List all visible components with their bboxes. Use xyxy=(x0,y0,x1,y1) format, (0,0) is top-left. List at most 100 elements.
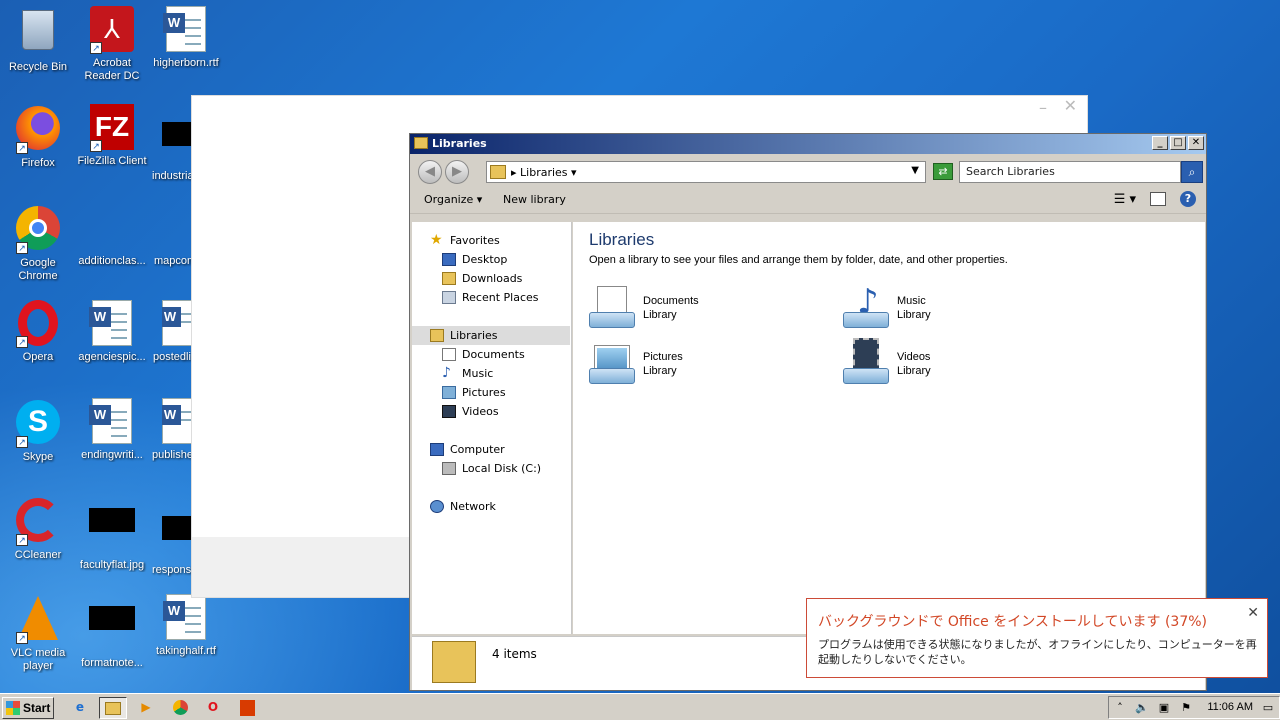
clock[interactable]: 11:06 AM xyxy=(1207,701,1253,713)
help-icon[interactable]: ? xyxy=(1180,191,1196,207)
music-icon: ♪ xyxy=(442,365,451,381)
desktop-icon-filezilla[interactable]: FZ ↗ FileZilla Client xyxy=(74,104,150,168)
nav-recent-places[interactable]: Recent Places xyxy=(442,291,539,304)
blank-file-icon xyxy=(88,204,136,252)
search-input[interactable]: Search Libraries xyxy=(959,161,1181,183)
taskbar-chrome-icon[interactable] xyxy=(166,697,194,719)
opera-icon: ↗ xyxy=(14,300,62,348)
libraries-icon xyxy=(490,165,506,179)
filezilla-icon: FZ ↗ xyxy=(88,104,136,152)
desktop-icon-respons[interactable]: respons xyxy=(148,496,192,577)
close-icon[interactable]: ✕ xyxy=(1247,605,1259,621)
back-button[interactable]: ◀ xyxy=(418,160,442,184)
word-doc-icon: W xyxy=(162,300,192,348)
taskbar-office-icon[interactable] xyxy=(233,697,261,719)
library-music[interactable]: ♪ Music Library xyxy=(843,282,931,332)
desktop-icon-postedli[interactable]: W postedli xyxy=(148,300,192,364)
desktop-icon-ccleaner[interactable]: ↗ CCleaner xyxy=(0,496,76,562)
tray-expand-icon[interactable]: ˄ xyxy=(1113,701,1127,715)
organize-button[interactable]: Organize ▾ xyxy=(424,193,482,206)
library-documents[interactable]: Documents Library xyxy=(589,286,699,332)
word-doc-icon: W xyxy=(88,300,136,348)
office-install-notification[interactable]: バックグラウンドで Office をインストールしています (37%) プログラ… xyxy=(806,598,1268,678)
desktop-icon-opera[interactable]: ↗ Opera xyxy=(0,300,76,364)
nav-desktop[interactable]: Desktop xyxy=(442,253,507,266)
nav-music[interactable]: ♪ Music xyxy=(442,365,493,381)
refresh-button[interactable]: ⇄ xyxy=(933,163,953,180)
taskbar-media-player-icon[interactable]: ▶ xyxy=(132,697,160,719)
minimize-icon[interactable]: – xyxy=(1039,98,1047,117)
desktop-icon-endingwriting[interactable]: W endingwriti... xyxy=(74,398,150,462)
network-icon xyxy=(430,500,444,513)
close-button[interactable]: ✕ xyxy=(1188,136,1204,150)
preview-pane-icon[interactable] xyxy=(1150,192,1166,206)
desktop-icon-skype[interactable]: S ↗ Skype xyxy=(0,398,76,464)
nav-pictures[interactable]: Pictures xyxy=(442,386,506,399)
firefox-icon: ↗ xyxy=(14,106,62,154)
show-desktop-icon[interactable]: ▭ xyxy=(1261,701,1275,715)
nav-computer[interactable]: Computer xyxy=(430,443,505,456)
maximize-button[interactable]: □ xyxy=(1170,136,1186,150)
videos-icon xyxy=(442,405,456,418)
desktop-icon-recycle-bin[interactable]: Recycle Bin xyxy=(0,6,76,74)
desktop-icon-mapcom[interactable]: mapcom xyxy=(148,204,192,268)
forward-button[interactable]: ▶ xyxy=(445,160,469,184)
desktop-icon-higherborn[interactable]: W higherborn.rtf xyxy=(148,6,224,70)
desktop-icon-publishe[interactable]: W publishe xyxy=(148,398,192,462)
close-icon[interactable]: ✕ xyxy=(1064,96,1077,115)
start-button[interactable]: Start xyxy=(2,697,54,719)
nav-libraries[interactable]: Libraries xyxy=(430,329,498,342)
command-bar: Organize ▾ New library ☰ ▾ ? xyxy=(410,184,1206,214)
item-count: 4 items xyxy=(492,647,537,661)
desktop-icon-takinghalf[interactable]: W takinghalf.rtf xyxy=(148,594,224,658)
ccleaner-icon: ↗ xyxy=(14,498,62,546)
nav-favorites[interactable]: ★ Favorites xyxy=(430,232,500,248)
nav-local-disk[interactable]: Local Disk (C:) xyxy=(442,462,541,475)
desktop-icon xyxy=(442,253,456,266)
breadcrumb-libraries[interactable]: Libraries xyxy=(520,166,568,179)
desktop-icon-additionclass[interactable]: additionclas... xyxy=(74,204,150,268)
volume-icon[interactable]: 🔈 xyxy=(1135,701,1149,715)
desktop-icon-firefox[interactable]: ↗ Firefox xyxy=(0,104,76,170)
search-icon[interactable]: ⌕ xyxy=(1181,161,1203,183)
title-bar[interactable]: Libraries _ □ ✕ xyxy=(410,134,1206,154)
taskbar: Start e ▶ O ˄ 🔈 ▣ ⚑ 11:06 AM ▭ xyxy=(0,693,1280,720)
desktop-icon-acrobat[interactable]: ⅄ ↗ Acrobat Reader DC xyxy=(74,6,150,83)
library-pictures[interactable]: Pictures Library xyxy=(589,342,683,388)
content-pane: Libraries Open a library to see your fil… xyxy=(573,222,1205,634)
taskbar-explorer-icon[interactable] xyxy=(99,697,127,719)
desktop-icon-formatnote[interactable]: formatnote... xyxy=(74,594,150,670)
new-library-button[interactable]: New library xyxy=(503,193,566,206)
address-bar[interactable]: ▸ Libraries ▾ ▼ xyxy=(486,161,926,183)
star-icon: ★ xyxy=(430,232,443,248)
nav-videos[interactable]: Videos xyxy=(442,405,499,418)
windows-logo-icon xyxy=(6,701,20,715)
network-tray-icon[interactable]: ▣ xyxy=(1157,701,1171,715)
desktop-icon-chrome[interactable]: ↗ Google Chrome xyxy=(0,204,76,283)
documents-icon xyxy=(442,348,456,361)
navigation-pane: ★ Favorites Desktop Downloads Recent Pla… xyxy=(412,222,572,634)
desktop-icon-agenciespic[interactable]: W agenciespic... xyxy=(74,300,150,364)
documents-library-icon xyxy=(589,286,637,332)
folder-icon xyxy=(432,641,476,683)
desktop-icon-industria[interactable]: industria xyxy=(148,104,192,183)
minimize-button[interactable]: _ xyxy=(1152,136,1168,150)
videos-library-icon xyxy=(843,338,891,388)
libraries-icon xyxy=(430,329,444,342)
nav-downloads[interactable]: Downloads xyxy=(442,272,522,285)
recent-places-icon xyxy=(442,291,456,304)
black-thumb-icon xyxy=(148,122,196,170)
taskbar-opera-icon[interactable]: O xyxy=(199,697,227,719)
desktop-icon-vlc[interactable]: ↗ VLC media player xyxy=(0,594,76,673)
downloads-icon xyxy=(442,272,456,285)
chevron-down-icon[interactable]: ▼ xyxy=(911,165,919,176)
action-center-flag-icon[interactable]: ⚑ xyxy=(1179,701,1193,715)
taskbar-ie-icon[interactable]: e xyxy=(66,697,94,719)
change-view-icon[interactable]: ☰ ▾ xyxy=(1114,192,1136,207)
blank-file-icon xyxy=(148,204,196,252)
desktop-icon-facultyflat[interactable]: facultyflat.jpg xyxy=(74,496,150,572)
nav-network[interactable]: Network xyxy=(430,500,496,513)
view-controls: ☰ ▾ ? xyxy=(1114,191,1196,207)
nav-documents[interactable]: Documents xyxy=(442,348,525,361)
library-videos[interactable]: Videos Library xyxy=(843,338,931,388)
